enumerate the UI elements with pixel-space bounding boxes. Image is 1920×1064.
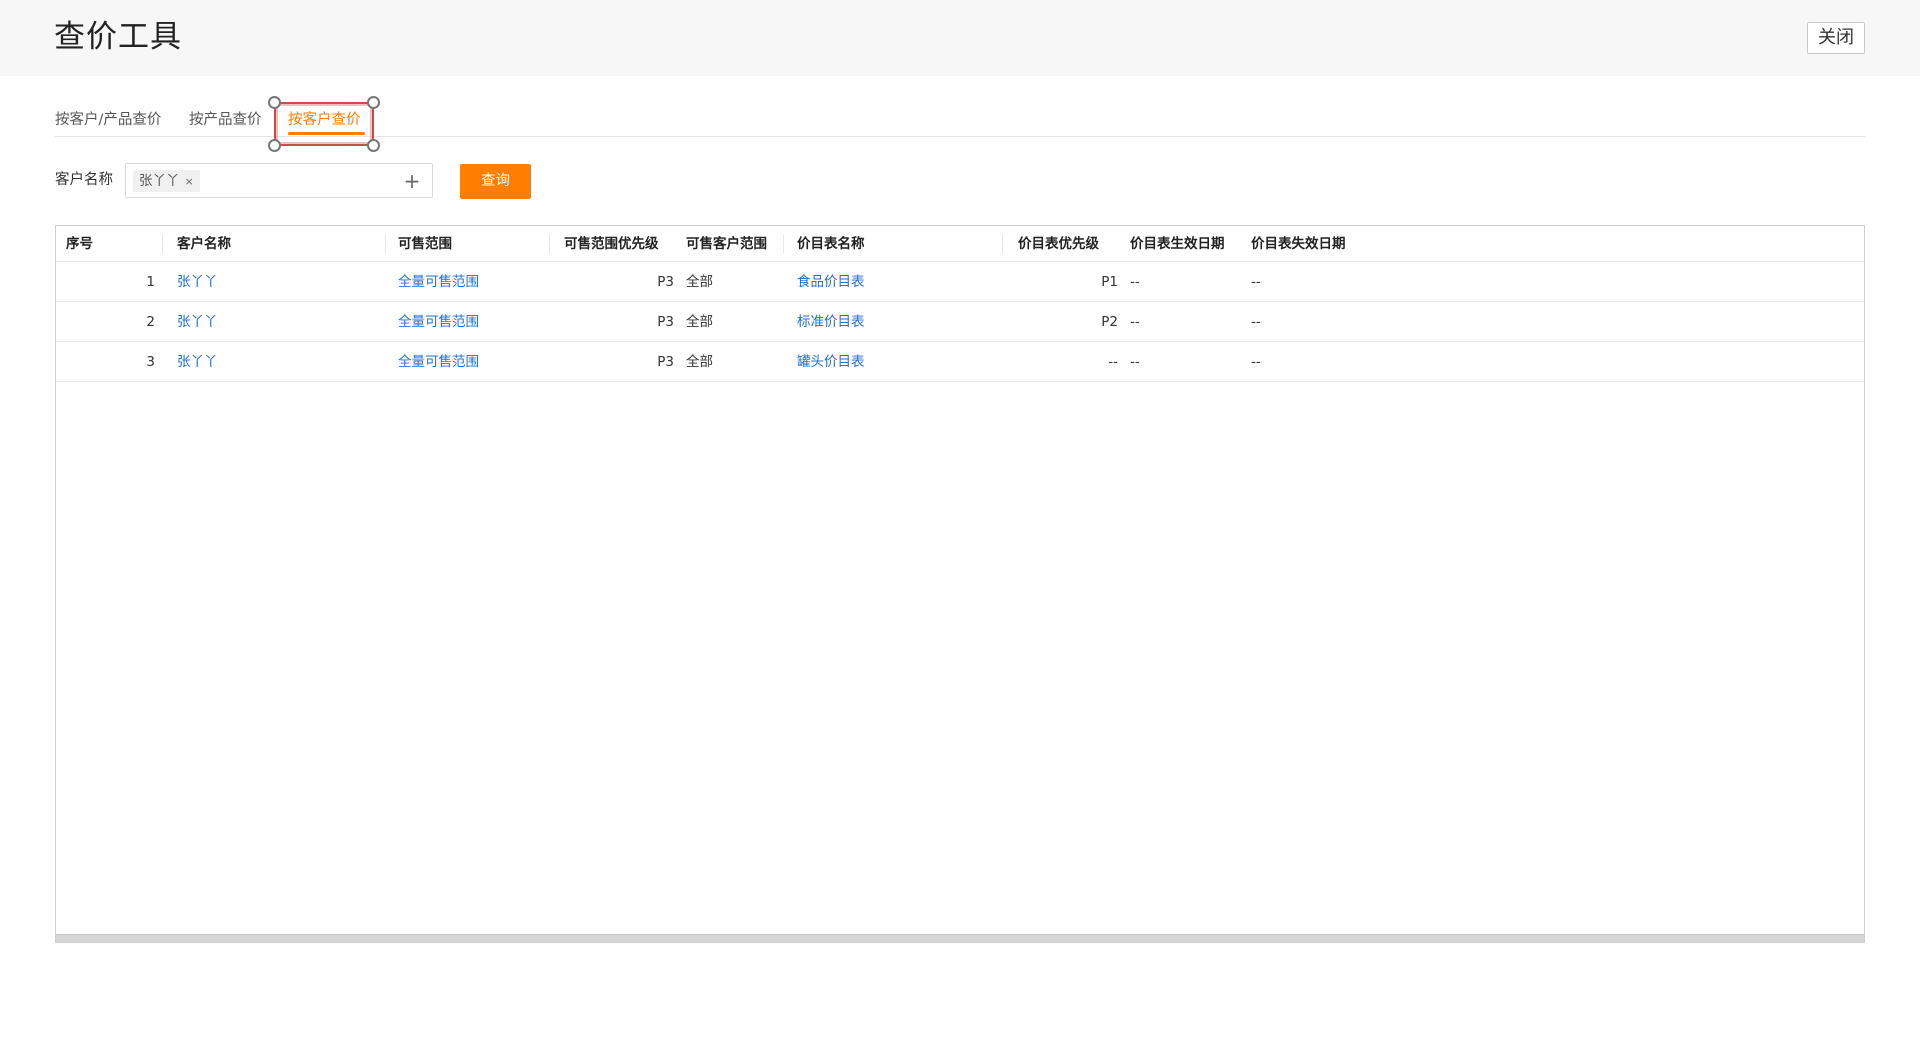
- cell-customer-link[interactable]: 张丫丫: [177, 342, 218, 382]
- cell-price-list-link[interactable]: 罐头价目表: [797, 342, 865, 382]
- cell-range-link[interactable]: 全量可售范围: [398, 262, 479, 302]
- column-divider: [549, 235, 550, 253]
- table-row[interactable]: 3 张丫丫 全量可售范围 P3 全部 罐头价目表 -- -- --: [56, 342, 1864, 382]
- cell-index: 2: [146, 314, 155, 330]
- cell-customer-range: 全部: [686, 274, 713, 290]
- tab-bar: 按客户/产品查价 按产品查价 按客户查价: [55, 100, 1865, 137]
- table-row[interactable]: 2 张丫丫 全量可售范围 P3 全部 标准价目表 P2 -- --: [56, 302, 1864, 342]
- resize-handle-bottom-left[interactable]: [268, 139, 281, 152]
- cell-expire-date: --: [1251, 314, 1261, 330]
- cell-index: 3: [146, 354, 155, 370]
- column-header-customer: 客户名称: [177, 236, 231, 252]
- remove-tag-icon[interactable]: ×: [185, 175, 194, 188]
- selected-customer-text: 张丫丫: [139, 173, 180, 189]
- cell-price-list-link[interactable]: 食品价目表: [797, 262, 865, 302]
- cell-price-priority: --: [1108, 354, 1118, 370]
- column-header-range: 可售范围: [398, 236, 452, 252]
- column-header-range-priority: 可售范围优先级: [564, 236, 659, 252]
- cell-index: 1: [146, 274, 155, 290]
- column-header-price-priority: 价目表优先级: [1018, 236, 1099, 252]
- horizontal-scrollbar[interactable]: [56, 934, 1864, 942]
- cell-range-link[interactable]: 全量可售范围: [398, 302, 479, 342]
- column-header-effective-date: 价目表生效日期: [1130, 236, 1225, 252]
- cell-customer-link[interactable]: 张丫丫: [177, 262, 218, 302]
- cell-range-link[interactable]: 全量可售范围: [398, 342, 479, 382]
- cell-customer-link[interactable]: 张丫丫: [177, 302, 218, 342]
- cell-effective-date: --: [1130, 314, 1140, 330]
- price-lookup-page: 查价工具 关闭 按客户/产品查价 按产品查价 按客户查价 客户名称 张丫丫 × +…: [0, 0, 1920, 1064]
- column-header-index: 序号: [66, 236, 93, 252]
- column-header-customer-range: 可售客户范围: [686, 236, 767, 252]
- header-bar: 查价工具 关闭: [0, 0, 1920, 76]
- table-row[interactable]: 1 张丫丫 全量可售范围 P3 全部 食品价目表 P1 -- --: [56, 262, 1864, 302]
- cell-customer-range: 全部: [686, 354, 713, 370]
- cell-range-priority: P3: [657, 354, 674, 370]
- cell-price-priority: P1: [1101, 274, 1118, 290]
- close-button[interactable]: 关闭: [1807, 22, 1865, 54]
- cell-effective-date: --: [1130, 274, 1140, 290]
- results-table: 序号 客户名称 可售范围 可售范围优先级 可售客户范围 价目表名称 价目表优先级…: [55, 225, 1865, 943]
- column-header-price-list: 价目表名称: [797, 236, 865, 252]
- cell-price-list-link[interactable]: 标准价目表: [797, 302, 865, 342]
- active-tab-indicator: [288, 132, 365, 135]
- cell-customer-range: 全部: [686, 314, 713, 330]
- cell-expire-date: --: [1251, 274, 1261, 290]
- column-divider: [783, 235, 784, 253]
- cell-price-priority: P2: [1101, 314, 1118, 330]
- column-divider: [1002, 235, 1003, 253]
- query-button[interactable]: 查询: [460, 164, 531, 199]
- table-header: 序号 客户名称 可售范围 可售范围优先级 可售客户范围 价目表名称 价目表优先级…: [56, 226, 1864, 262]
- column-divider: [162, 235, 163, 253]
- add-customer-icon[interactable]: +: [401, 169, 423, 193]
- page-title: 查价工具: [54, 19, 182, 55]
- column-divider: [385, 235, 386, 253]
- selected-customer-tag: 张丫丫 ×: [133, 170, 200, 192]
- tab-by-product[interactable]: 按产品查价: [189, 110, 262, 130]
- tab-by-customer[interactable]: 按客户查价: [288, 110, 361, 130]
- tab-by-customer-product[interactable]: 按客户/产品查价: [55, 110, 161, 130]
- resize-handle-bottom-right[interactable]: [367, 139, 380, 152]
- column-header-expire-date: 价目表失效日期: [1251, 236, 1346, 252]
- customer-name-label: 客户名称: [55, 172, 113, 188]
- customer-select-field[interactable]: 张丫丫 × +: [125, 163, 433, 198]
- cell-range-priority: P3: [657, 274, 674, 290]
- cell-effective-date: --: [1130, 354, 1140, 370]
- cell-expire-date: --: [1251, 354, 1261, 370]
- cell-range-priority: P3: [657, 314, 674, 330]
